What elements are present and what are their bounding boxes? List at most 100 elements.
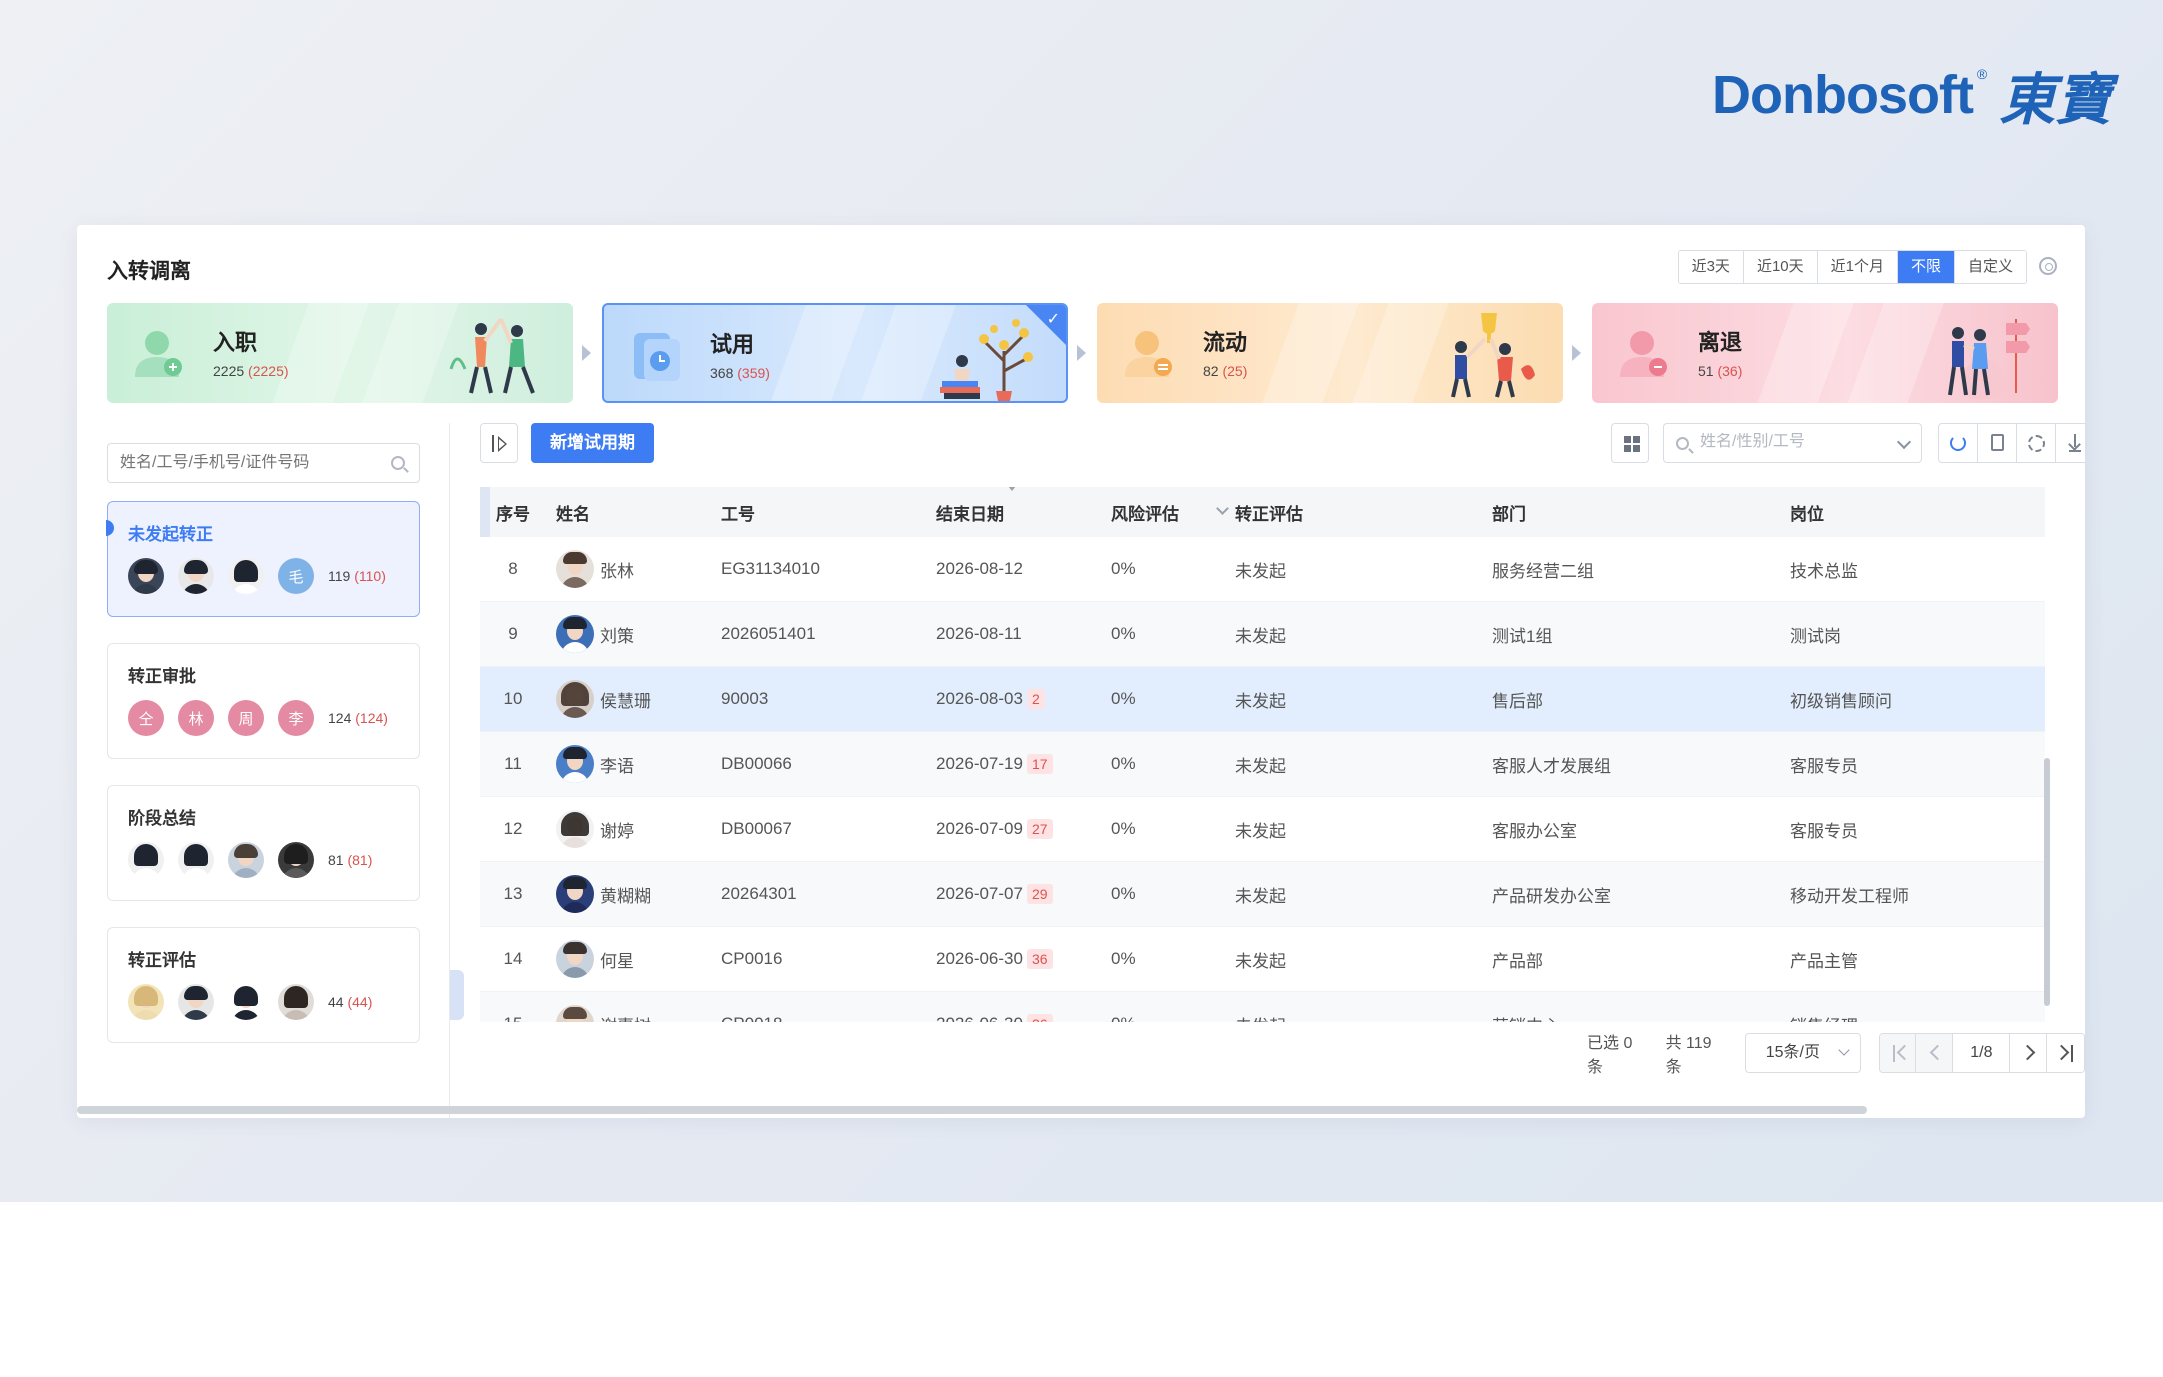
stage-arrow-icon [1572, 345, 1581, 361]
days-left-badge: 17 [1026, 754, 1053, 774]
last-page-button[interactable] [2047, 1034, 2084, 1072]
table-row-selected[interactable]: 10 侯慧珊 90003 2026-08-03 2 0% 未发起 售后部 初级销售… [480, 667, 2045, 732]
end-date: 2026-08-11 [936, 624, 1022, 643]
employee-name[interactable]: 谢惠树 [600, 1012, 651, 1023]
stage-card-leave[interactable]: 离退 51 (36) [1592, 303, 2058, 403]
range-tab-10days[interactable]: 近10天 [1743, 251, 1818, 283]
chevron-down-icon [1837, 1044, 1850, 1056]
add-trial-button[interactable]: 新增试用期 [531, 423, 654, 463]
cell-department: 服务经营二组 [1492, 561, 1594, 581]
end-date: 2026-08-12 [936, 559, 1023, 578]
cell-department: 产品研发办公室 [1492, 886, 1611, 906]
date-range-tabs: 近3天 近10天 近1个月 不限 自定义 [1677, 250, 2027, 284]
employee-name[interactable]: 谢婷 [600, 817, 634, 842]
settings-gear-icon[interactable] [2039, 257, 2057, 275]
avatar: 林 [178, 700, 214, 736]
chevron-down-icon[interactable] [1896, 434, 1912, 450]
chevron-down-icon[interactable] [1216, 501, 1229, 515]
end-date: 2026-07-09 [936, 819, 1023, 838]
table-row[interactable]: 11 李语 DB00066 2026-07-19 17 0% 未发起 客服人才发展… [480, 732, 2045, 797]
column-header-name[interactable]: 姓名 [546, 500, 721, 525]
vertical-scrollbar[interactable] [2044, 758, 2050, 1006]
status-card-not-started[interactable]: 未发起转正 毛 119 (110) [106, 501, 420, 617]
page-size-select[interactable]: 15条/页 [1744, 1033, 1861, 1073]
table-row-partial[interactable]: 15 谢惠树 CP0018 2026-06-3036 0% 未发起 营销中心 销… [480, 992, 2045, 1022]
cell-no: 12 [503, 819, 523, 838]
employee-name[interactable]: 张林 [600, 557, 634, 582]
table-row[interactable]: 12 谢婷 DB00067 2026-07-09 27 0% 未发起 客服办公室 … [480, 797, 2045, 862]
next-page-button[interactable] [2010, 1034, 2048, 1072]
table-row[interactable]: 8 张林 EG31134010 2026-08-12 0% 未发起 服务经营二组… [480, 537, 2045, 602]
column-header-no[interactable]: 序号 [480, 500, 546, 525]
avatar-group: 81 (81) [128, 842, 372, 878]
collapse-sidebar-handle[interactable] [450, 970, 464, 1020]
count-sub: (81) [347, 852, 373, 868]
stage-title: 试用 [710, 332, 755, 357]
column-header-evaluation[interactable]: 转正评估 [1235, 500, 1492, 525]
sort-icon[interactable] [1008, 487, 1016, 491]
stage-card-entry[interactable]: 入职 2225 (2225) [107, 303, 573, 403]
table-search-box[interactable] [1663, 423, 1922, 463]
column-header-position[interactable]: 岗位 [1790, 500, 2040, 525]
cell-emp-id: 2026051401 [721, 624, 816, 643]
avatar [556, 1005, 594, 1022]
range-tab-3days[interactable]: 近3天 [1678, 251, 1744, 283]
left-search-input[interactable] [120, 454, 380, 472]
employee-name[interactable]: 何星 [600, 947, 634, 972]
range-tab-unlimited[interactable]: 不限 [1897, 251, 1955, 283]
cell-emp-id: DB00067 [721, 819, 792, 838]
status-card-stage-summary[interactable]: 阶段总结 81 (81) [107, 785, 420, 901]
cell-end-date: 2026-07-19 17 [936, 754, 1111, 774]
employee-name[interactable]: 黄糊糊 [600, 882, 651, 907]
cell-no: 10 [503, 689, 523, 708]
stage-card-transfer[interactable]: 流动 82 (25) [1097, 303, 1563, 403]
logo-registered-mark: ® [1976, 66, 1988, 82]
cell-position: 技术总监 [1790, 561, 1858, 581]
end-date: 2026-06-30 [936, 949, 1023, 968]
prev-page-button[interactable] [1916, 1034, 1954, 1072]
cell-emp-id: EG31134010 [721, 559, 820, 578]
employee-name[interactable]: 李语 [600, 752, 634, 777]
cell-name: 张林 [546, 550, 721, 588]
avatar-group: 毛 119 (110) [128, 558, 386, 594]
left-search-box[interactable] [107, 443, 420, 483]
stage-card-trial[interactable]: 试用 368 (359) ✓ [602, 303, 1068, 403]
column-header-emp-id[interactable]: 工号 [721, 500, 936, 525]
search-icon[interactable] [391, 456, 405, 470]
expand-arrow-icon [498, 436, 507, 452]
export-button[interactable] [1978, 424, 2017, 462]
column-header-department[interactable]: 部门 [1492, 500, 1790, 525]
avatar [178, 558, 214, 594]
expand-panel-button[interactable] [480, 423, 518, 463]
avatar [128, 842, 164, 878]
count-value: 119 [328, 568, 351, 584]
table-search-input[interactable] [1700, 433, 1880, 451]
status-card-approval[interactable]: 转正审批 仝 林 周 李 124 (124) [107, 643, 420, 759]
table-row[interactable]: 9 刘策 2026051401 2026-08-11 0% 未发起 测试1组 测… [480, 602, 2045, 667]
employee-name[interactable]: 侯慧珊 [600, 687, 651, 712]
refresh-button[interactable] [1939, 424, 1978, 462]
employee-name[interactable]: 刘策 [600, 622, 634, 647]
table-row[interactable]: 13 黄糊糊 20264301 2026-07-07 29 0% 未发起 产品研发… [480, 862, 2045, 927]
avatar [228, 558, 264, 594]
stage-cards: 入职 2225 (2225) 试用 368 (359) ✓ 流动 82 (25)… [107, 303, 2058, 403]
table-row[interactable]: 14 何星 CP0016 2026-06-30 36 0% 未发起 产品部 产品主… [480, 927, 2045, 992]
column-settings-button[interactable] [2017, 424, 2056, 462]
range-tab-1month[interactable]: 近1个月 [1817, 251, 1898, 283]
cell-department: 营销中心 [1492, 1012, 1790, 1023]
column-header-risk[interactable]: 风险评估 [1111, 500, 1235, 525]
avatar: 仝 [128, 700, 164, 736]
download-button[interactable] [2056, 424, 2085, 462]
status-card-evaluation[interactable]: 转正评估 44 (44) [107, 927, 420, 1043]
first-page-button[interactable] [1879, 1034, 1917, 1072]
cell-evaluation: 未发起 [1235, 561, 1286, 581]
range-tab-custom[interactable]: 自定义 [1954, 251, 2026, 283]
horizontal-scrollbar[interactable] [77, 1106, 1867, 1114]
grid-view-button[interactable] [1611, 423, 1649, 463]
cell-no: 14 [503, 949, 523, 968]
column-header-end-date[interactable]: 结束日期 [936, 487, 1111, 525]
cell-evaluation: 未发起 [1235, 626, 1286, 646]
days-left-badge: 2 [1026, 689, 1045, 709]
count-sub: (110) [354, 568, 386, 584]
pagination: 已选 0 条 共 119 条 15条/页 1/8 [1587, 1033, 2085, 1076]
